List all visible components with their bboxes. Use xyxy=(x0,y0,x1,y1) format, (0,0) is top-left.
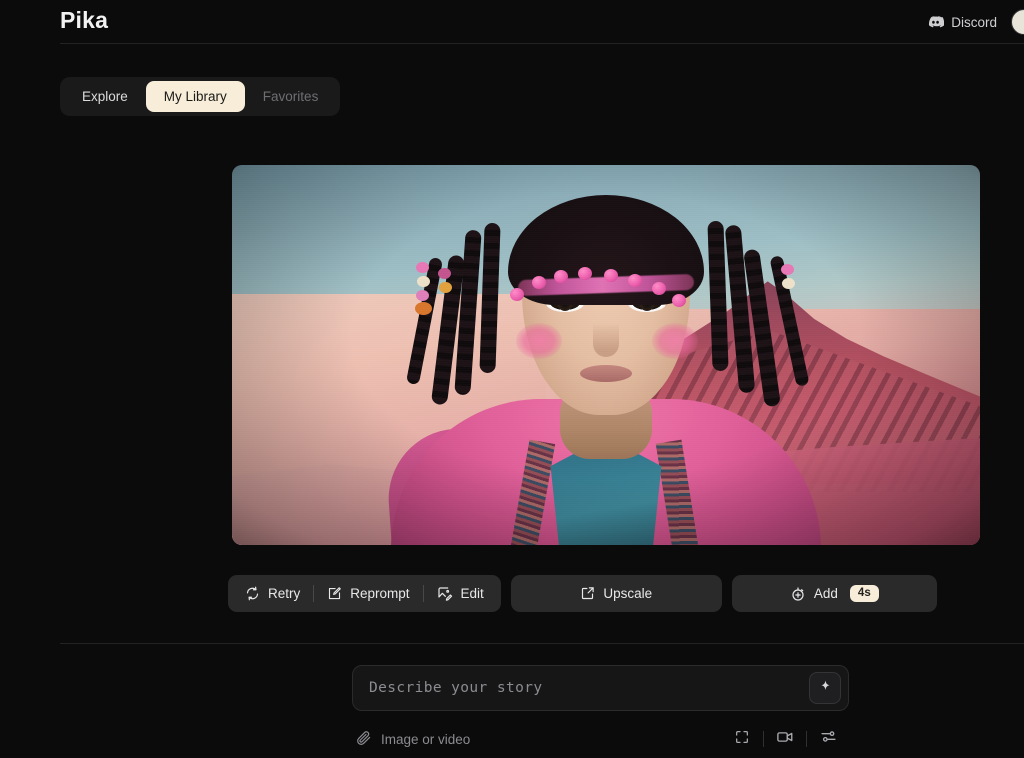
edit-label: Edit xyxy=(460,586,484,601)
composer-tool-icons xyxy=(721,726,849,752)
tab-favorites[interactable]: Favorites xyxy=(245,81,337,112)
add-group[interactable]: Add 4s xyxy=(731,575,937,612)
add-button[interactable]: Add 4s xyxy=(777,579,892,608)
video-preview[interactable] xyxy=(232,165,980,545)
stopwatch-plus-icon xyxy=(790,586,806,602)
hair-bead xyxy=(416,290,429,301)
prompt-input[interactable] xyxy=(353,666,809,710)
hair-bead xyxy=(415,302,432,315)
settings-sliders-icon xyxy=(820,728,837,750)
discord-label: Discord xyxy=(951,14,997,30)
hair-bead xyxy=(416,262,429,273)
discord-icon xyxy=(927,14,945,31)
blush-right xyxy=(652,323,698,359)
paperclip-icon xyxy=(356,730,372,749)
avatar[interactable] xyxy=(1011,9,1024,35)
video-camera-icon xyxy=(776,728,794,751)
tab-explore[interactable]: Explore xyxy=(64,81,146,112)
hair-pompom xyxy=(532,276,546,289)
hair-pompom xyxy=(554,270,568,283)
subject-figure xyxy=(383,165,821,545)
attach-media-button[interactable]: Image or video xyxy=(356,730,470,749)
retry-icon xyxy=(245,586,260,601)
library-tabbar: Explore My Library Favorites xyxy=(60,77,341,116)
edit-button[interactable]: Edit xyxy=(424,579,497,608)
pika-app-window: Pika Discord Explore My Library Favorite… xyxy=(0,0,1024,758)
dreadlock xyxy=(454,229,482,396)
reprompt-button[interactable]: Reprompt xyxy=(314,579,422,608)
generate-button[interactable] xyxy=(809,672,841,704)
lips xyxy=(580,365,632,382)
app-header: Pika Discord xyxy=(0,0,1024,44)
settings-button[interactable] xyxy=(807,726,849,752)
upscale-label: Upscale xyxy=(603,586,653,601)
reprompt-icon xyxy=(327,586,342,601)
edit-image-icon xyxy=(437,586,453,602)
hair-bead xyxy=(781,264,794,275)
video-frame-image xyxy=(232,165,980,545)
prompt-box[interactable] xyxy=(352,665,849,711)
attach-label: Image or video xyxy=(381,731,471,747)
prompt-composer: Image or video xyxy=(352,665,849,752)
upscale-icon xyxy=(580,586,595,601)
dreadlock xyxy=(479,222,501,374)
tab-my-library[interactable]: My Library xyxy=(145,81,245,112)
hair-bead xyxy=(782,278,795,289)
aspect-ratio-icon xyxy=(734,729,750,750)
upscale-button[interactable]: Upscale xyxy=(567,579,665,608)
nose xyxy=(593,323,619,357)
hair-bead xyxy=(417,276,430,287)
hair-pompom xyxy=(604,269,618,282)
upscale-group[interactable]: Upscale xyxy=(510,575,722,612)
hair-bead xyxy=(439,282,452,293)
video-mode-button[interactable] xyxy=(764,726,806,752)
hair-pompom xyxy=(652,282,666,295)
retry-label: Retry xyxy=(268,586,301,601)
hair-pompom xyxy=(672,294,686,307)
hair-bead xyxy=(438,268,451,279)
duration-badge: 4s xyxy=(849,584,879,603)
composer-divider xyxy=(60,643,1024,644)
hair-pompom xyxy=(628,274,642,287)
header-right-controls: Discord xyxy=(927,0,1024,44)
add-label: Add xyxy=(813,586,838,601)
aspect-ratio-button[interactable] xyxy=(721,726,763,752)
composer-toolbar: Image or video xyxy=(352,726,849,752)
edit-actions-group: Retry Reprompt Edit xyxy=(228,575,501,612)
sparkle-icon xyxy=(818,678,833,698)
retry-button[interactable]: Retry xyxy=(232,579,313,608)
hair-pompom xyxy=(578,267,592,280)
discord-button[interactable]: Discord xyxy=(927,14,997,31)
blush-left xyxy=(516,323,562,359)
header-divider xyxy=(60,43,1024,44)
video-action-bar: Retry Reprompt Edit Upscale Add 4s xyxy=(228,575,937,612)
brand-logo[interactable]: Pika xyxy=(60,7,108,34)
reprompt-label: Reprompt xyxy=(350,586,410,601)
hair-pompom xyxy=(510,288,524,301)
